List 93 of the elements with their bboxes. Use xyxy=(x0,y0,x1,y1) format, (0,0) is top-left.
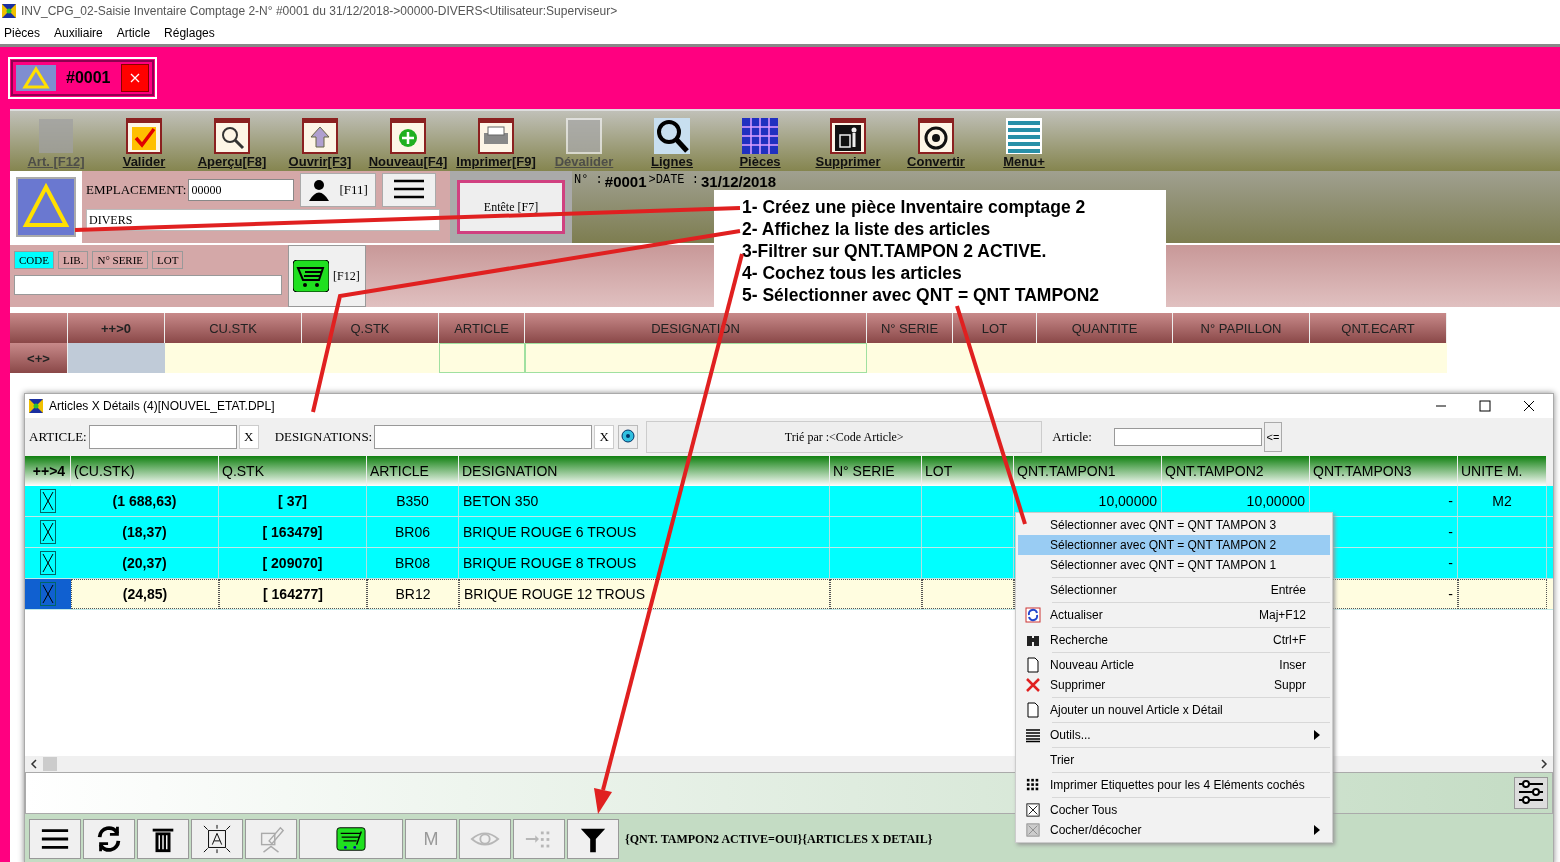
menu-item[interactable]: Réglages xyxy=(164,26,215,40)
menu-item[interactable]: Outils... xyxy=(1018,725,1330,745)
window-title: INV_CPG_02-Saisie Inventaire Comptage 2-N° #0001 du 31/12/2018->00000-DIVERS<Utilisateur:Superviseur> xyxy=(21,4,618,18)
go-button[interactable]: <= xyxy=(1263,422,1282,452)
table-cell: BR08 xyxy=(367,548,459,578)
column-header[interactable]: DESIGNATION xyxy=(459,456,830,486)
column-header[interactable]: (CU.STK) xyxy=(71,456,219,486)
instruction-line: 3-Filtrer sur QNT.TAMPON 2 ACTIVE. xyxy=(742,240,1048,262)
search-tab[interactable]: LOT xyxy=(152,251,184,269)
sort-button[interactable]: Trié par :<Code Article> xyxy=(646,421,1043,453)
column-header[interactable]: LOT xyxy=(953,313,1037,343)
column-header[interactable]: ARTICLE xyxy=(367,456,459,486)
clear-button[interactable]: X xyxy=(594,425,615,449)
document-number: #0001 xyxy=(66,69,111,87)
article-search-label: Article: xyxy=(1052,429,1092,445)
table-cell: BR12 xyxy=(367,579,459,609)
column-header[interactable]: QNT.TAMPON1 xyxy=(1014,456,1162,486)
location-field[interactable]: 00000 xyxy=(188,179,295,201)
table-cell: M2 xyxy=(1458,486,1547,516)
column-header[interactable]: Q.STK xyxy=(302,313,439,343)
column-header[interactable]: QNT.TAMPON2 xyxy=(1162,456,1310,486)
filter-status: {QNT. TAMPON2 ACTIVE=OUI}{ARTICLES X DETAIL} xyxy=(625,831,933,847)
table-cell: BRIQUE ROUGE 12 TROUS xyxy=(459,579,830,609)
column-header[interactable]: ++>4 xyxy=(25,456,71,486)
toolbar-button[interactable]: Lignes xyxy=(628,111,716,171)
toolbar-button[interactable]: Valider xyxy=(100,111,188,171)
menu-item[interactable]: Nouveau Article Inser xyxy=(1018,655,1330,675)
column-header[interactable]: QNT.ECART xyxy=(1310,313,1447,343)
table-cell: BRIQUE ROUGE 8 TROUS xyxy=(459,548,830,578)
table-cell: [ 163479] xyxy=(219,517,367,547)
menu-item[interactable]: Cocher/décocher xyxy=(1018,820,1330,840)
column-header[interactable]: N° SERIE xyxy=(867,313,953,343)
column-header[interactable]: ++>0 xyxy=(68,313,165,343)
menu-item[interactable]: Imprimer Etiquettes pour les 4 Eléments cochés xyxy=(1018,775,1330,795)
window-title: Articles X Détails (4)[NOUVEL_ETAT.DPL] xyxy=(49,399,276,413)
table-cell: [ 37] xyxy=(219,486,367,516)
toolbar-button[interactable]: Nouveau[F4] xyxy=(364,111,452,171)
clear-button[interactable]: X xyxy=(238,425,259,449)
new-row-marker[interactable]: <+> xyxy=(10,343,68,373)
number-label: N° : xyxy=(574,173,603,187)
menu-item[interactable]: Recherche Ctrl+F xyxy=(1018,630,1330,650)
document-date: 31/12/2018 xyxy=(700,173,777,190)
document-number: #0001 xyxy=(604,173,647,190)
document-tab[interactable]: #0001 xyxy=(8,57,157,99)
column-header[interactable]: ARTICLE xyxy=(439,313,525,343)
table-cell: (1 688,63) xyxy=(71,486,219,516)
designation-label: DESIGNATIONS: xyxy=(274,429,373,445)
search-tab[interactable]: LIB. xyxy=(57,251,89,269)
column-header[interactable]: CU.STK xyxy=(165,313,302,343)
toolbar-button[interactable]: Pièces xyxy=(716,111,804,171)
table-cell: BR06 xyxy=(367,517,459,547)
table-cell: BETON 350 xyxy=(459,486,830,516)
column-header[interactable]: Q.STK xyxy=(219,456,367,486)
column-header[interactable]: N° PAPILLON xyxy=(1173,313,1310,343)
menu-item[interactable]: Ajouter un nouvel Article x Détail xyxy=(1018,700,1330,720)
menu-item[interactable]: Trier xyxy=(1018,750,1330,770)
date-label: >DATE : xyxy=(648,173,699,187)
instruction-line: 1- Créez une pièce Inventaire comptage 2 xyxy=(742,196,1087,218)
instruction-line: 5- Sélectionner avec QNT = QNT TAMPON2 xyxy=(742,284,1101,306)
toolbar-button[interactable]: Imprimer[F9] xyxy=(452,111,540,171)
search-tab[interactable]: N° SERIE xyxy=(92,251,149,269)
column-header[interactable]: UNITE M. xyxy=(1458,456,1547,486)
column-header[interactable]: LOT xyxy=(922,456,1014,486)
instruction-line: 4- Cochez tous les articles xyxy=(742,262,963,284)
column-header[interactable]: N° SERIE xyxy=(830,456,922,486)
menu-item[interactable]: Supprimer Suppr xyxy=(1018,675,1330,695)
menu-item[interactable]: Pièces xyxy=(4,26,41,40)
toolbar-button[interactable]: Supprimer xyxy=(804,111,892,171)
column-header[interactable]: DESIGNATION xyxy=(525,313,867,343)
toolbar-button[interactable]: Aperçu[F8] xyxy=(188,111,276,171)
contact-button[interactable]: [F11] xyxy=(300,173,377,207)
table-cell: (18,37) xyxy=(71,517,219,547)
toolbar-button[interactable]: Menu+ xyxy=(980,111,1068,171)
table-cell: B350 xyxy=(367,486,459,516)
column-header[interactable]: QNT.TAMPON3 xyxy=(1310,456,1458,486)
column-header[interactable]: QUANTITE xyxy=(1037,313,1173,343)
table-cell: [ 209070] xyxy=(219,548,367,578)
header-button[interactable]: Entête [F7] xyxy=(457,180,565,234)
table-cell: (24,85) xyxy=(71,579,219,609)
table-cell: [ 164277] xyxy=(219,579,367,609)
table-cell: BRIQUE ROUGE 6 TROUS xyxy=(459,517,830,547)
menu-item[interactable]: Sélectionner avec QNT = QNT TAMPON 2 xyxy=(1018,535,1330,555)
article-label: ARTICLE: xyxy=(29,429,87,445)
table-cell: (20,37) xyxy=(71,548,219,578)
menu-item[interactable]: Auxiliaire xyxy=(54,26,103,40)
menu-item[interactable]: Cocher Tous xyxy=(1018,800,1330,820)
cart-button[interactable]: [F12] xyxy=(288,245,366,307)
location-label: EMPLACEMENT: xyxy=(86,182,187,198)
instruction-line: 2- Affichez la liste des articles xyxy=(742,218,992,240)
search-tab[interactable]: CODE xyxy=(14,251,54,269)
toolbar-button[interactable]: Convertir xyxy=(892,111,980,171)
menu-item[interactable]: Article xyxy=(116,26,151,40)
toolbar-button[interactable]: Ouvrir[F3] xyxy=(276,111,364,171)
